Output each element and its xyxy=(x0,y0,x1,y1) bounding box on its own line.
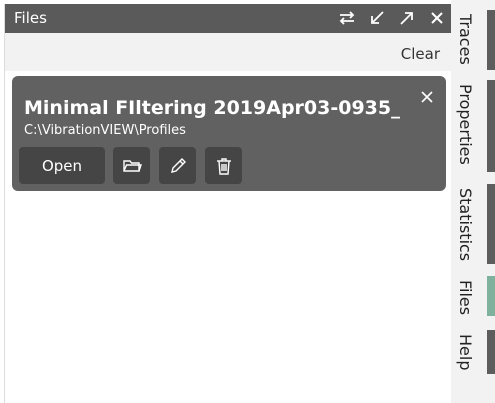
delete-button[interactable] xyxy=(205,147,242,184)
side-tab-strip: Traces Properties Statistics Files Help xyxy=(451,0,495,403)
file-name: Minimal FIltering 2019Apr03-0935_Test 1 xyxy=(24,97,400,119)
tab-statistics-label: Statistics xyxy=(456,188,475,262)
close-icon[interactable] xyxy=(418,88,436,106)
pencil-icon xyxy=(170,157,186,173)
files-panel: Files Clear Minimal FIltering 2019Apr03-… xyxy=(4,4,452,403)
tab-indicator-active xyxy=(487,276,495,316)
tab-help-label: Help xyxy=(456,334,475,371)
swap-icon[interactable] xyxy=(337,8,357,28)
trash-icon xyxy=(216,157,231,175)
tab-indicator xyxy=(487,184,495,264)
tab-indicator xyxy=(487,10,495,70)
tab-indicator xyxy=(487,330,495,374)
panel-titlebar: Files xyxy=(5,4,452,33)
tab-help[interactable]: Help xyxy=(451,328,495,378)
open-folder-button[interactable] xyxy=(113,147,150,184)
tab-statistics[interactable]: Statistics xyxy=(451,182,495,266)
tab-traces[interactable]: Traces xyxy=(451,8,495,72)
tab-traces-label: Traces xyxy=(456,14,475,65)
open-button-label: Open xyxy=(41,156,83,175)
edit-button[interactable] xyxy=(159,147,196,184)
tab-files-label: Files xyxy=(456,280,475,316)
close-icon[interactable] xyxy=(427,8,447,28)
tab-properties[interactable]: Properties xyxy=(451,78,495,176)
folder-icon xyxy=(122,159,142,172)
panel-toolbar: Clear xyxy=(5,33,452,71)
panel-title: Files xyxy=(14,9,47,27)
clear-button[interactable]: Clear xyxy=(401,45,440,63)
collapse-icon[interactable] xyxy=(367,8,387,28)
tab-indicator xyxy=(487,80,495,172)
expand-icon[interactable] xyxy=(397,8,417,28)
file-path: C:\VibrationVIEW\Profiles xyxy=(24,123,186,138)
tab-properties-label: Properties xyxy=(456,84,475,165)
tab-files[interactable]: Files xyxy=(451,274,495,320)
open-button[interactable]: Open xyxy=(19,147,105,184)
file-card[interactable]: Minimal FIltering 2019Apr03-0935_Test 1 … xyxy=(12,76,446,191)
